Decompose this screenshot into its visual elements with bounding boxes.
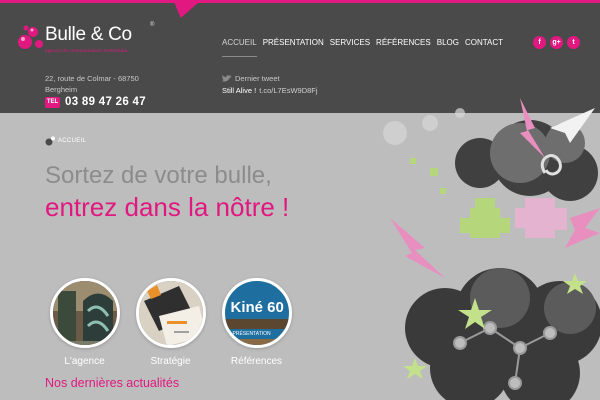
site-logo[interactable]: Bulle & Co ® agence de communication mul… (18, 22, 158, 58)
breadcrumb: Accueil (45, 136, 86, 146)
main-nav: Accueil Présentation Services Références… (222, 38, 509, 57)
facebook-icon[interactable]: f (533, 36, 546, 49)
nav-item-contact[interactable]: Contact (465, 38, 503, 53)
card-label-references: Références (230, 356, 283, 367)
twitter-bird-icon (222, 74, 232, 82)
hero-subtitle: Sortez de votre bulle, (45, 162, 272, 189)
nav-item-services[interactable]: Services (330, 38, 370, 53)
building-photo (52, 281, 117, 345)
breadcrumb-label[interactable]: Accueil (58, 138, 86, 144)
agence-image (49, 278, 120, 348)
twitter-icon[interactable]: t (567, 36, 580, 49)
card-label-agence: L'agence (64, 356, 105, 367)
logo-wordmark: Bulle & Co (45, 24, 132, 45)
nav-item-presentation[interactable]: Présentation (263, 38, 324, 53)
nav-item-blog[interactable]: Blog (437, 38, 459, 53)
social-links: f g+ t (533, 36, 584, 49)
tweet-heading: Dernier tweet (222, 74, 280, 83)
card-references[interactable]: Kiné 60 PRÉSENTATION Références (214, 278, 299, 367)
header-accent-bar (0, 0, 600, 3)
news-heading: Nos dernières actualités (45, 376, 180, 390)
address-line-2: Bergheim (45, 85, 78, 94)
references-image: Kiné 60 PRÉSENTATION (221, 278, 292, 348)
address-block: 22, route de Colmar - 68750 Bergheim (45, 73, 139, 95)
phone-icon: TEL (45, 96, 60, 108)
nav-item-accueil[interactable]: Accueil (222, 38, 257, 57)
address-line-1: 22, route de Colmar - 68750 (45, 74, 139, 83)
feature-cards: L'agence Stratégie Kiné 60 PRÉSENTATION … (42, 278, 300, 367)
logo-tagline: agence de communication multimédia (45, 48, 128, 53)
site-header: Bulle & Co ® agence de communication mul… (0, 0, 600, 113)
nav-item-references[interactable]: Références (376, 38, 431, 53)
google-plus-icon[interactable]: g+ (550, 36, 563, 49)
card-agence[interactable]: L'agence (42, 278, 127, 367)
references-image-sub: PRÉSENTATION (232, 331, 271, 337)
home-bubble-icon (45, 136, 55, 146)
phone-block[interactable]: TEL 03 89 47 26 47 (45, 96, 146, 108)
bubbles-logo-icon (18, 25, 43, 49)
card-strategie[interactable]: Stratégie (128, 278, 213, 367)
header-flag-decoration (166, 0, 202, 18)
tweet-link[interactable]: t.co/L7EsW9D8Fj (259, 86, 317, 95)
card-label-strategie: Stratégie (150, 356, 191, 367)
hero-illustration (383, 98, 600, 400)
strategie-image (135, 278, 206, 348)
references-image-title: Kiné 60 (230, 299, 284, 316)
logo-registered-mark: ® (150, 22, 155, 28)
tweet-text: Still Alive ! (222, 86, 257, 95)
hero-title: entrez dans la nôtre ! (45, 192, 290, 222)
cards-photo (138, 281, 203, 345)
tweet-body: Still Alive ! t.co/L7EsW9D8Fj (222, 86, 318, 95)
phone-number: 03 89 47 26 47 (65, 96, 146, 108)
tweet-heading-label: Dernier tweet (235, 74, 280, 83)
